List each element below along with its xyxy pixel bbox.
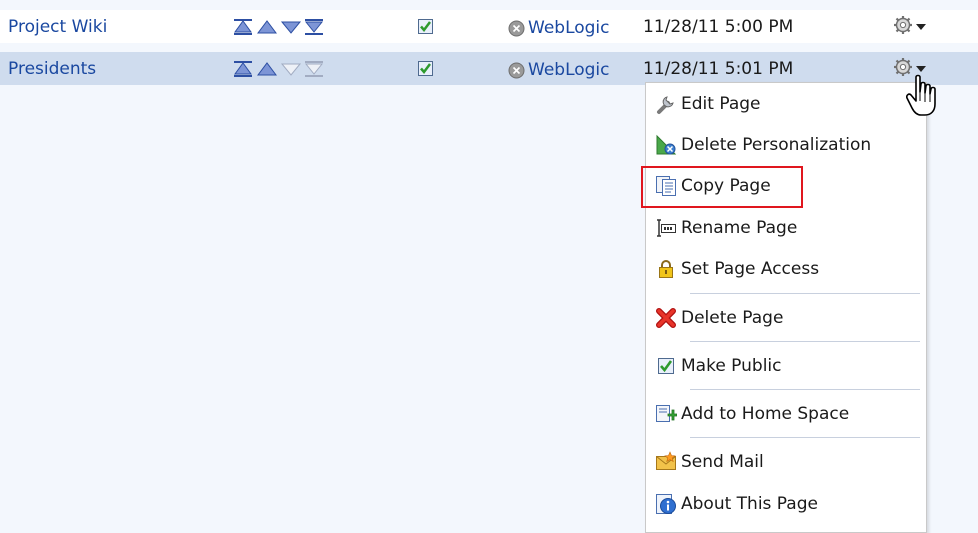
menu-separator [690,389,920,390]
menu-item-edit-page[interactable]: Edit Page [646,87,926,121]
move-down-disabled-icon [280,63,302,76]
menu-separator [690,437,920,438]
move-top-icon [234,19,252,35]
table-row-selected[interactable]: Presidents WebLogic 11/28/11 5:01 PM [0,52,978,85]
menu-item-add-to-home-space[interactable]: Add to Home Space [646,397,926,431]
delete-personalization-icon [656,134,677,155]
menu-separator [690,341,920,342]
server-info: WebLogic [508,60,610,80]
status-icon [508,62,525,78]
menu-item-set-page-access[interactable]: Set Page Access [646,252,926,286]
move-down-icon [280,21,302,34]
dropdown-arrow-icon [916,24,926,30]
menu-item-delete-page[interactable]: Delete Page [646,301,926,335]
server-link[interactable]: WebLogic [528,18,610,38]
move-bottom-disabled-icon [304,61,324,77]
move-up-icon [257,20,277,34]
actions-gear-icon[interactable] [893,15,933,37]
move-bottom-icon [304,19,324,35]
table-row[interactable]: Project Wiki WebLogic 11/28/11 5:00 PM [0,10,978,43]
mail-icon [656,451,676,470]
menu-item-about-this-page[interactable]: About This Page [646,487,926,521]
server-info: WebLogic [508,18,610,38]
copy-page-highlight [641,166,803,208]
add-home-icon [656,405,677,422]
red-x-icon [656,308,676,328]
menu-item-send-mail[interactable]: Send Mail [646,445,926,479]
actions-menu: Edit Page Delete Personalization Copy Pa… [645,82,927,533]
hand-cursor-icon [906,74,936,116]
server-link[interactable]: WebLogic [528,60,610,80]
page-name-link[interactable]: Presidents [8,59,96,79]
menu-item-delete-personalization[interactable]: Delete Personalization [646,128,926,162]
modified-date: 11/28/11 5:00 PM [643,17,794,37]
reorder-controls[interactable] [231,60,326,78]
menu-item-make-public[interactable]: Make Public [646,349,926,383]
dropdown-arrow-icon [916,66,926,72]
status-icon [508,20,525,36]
move-up-icon [257,62,277,76]
page-name-link[interactable]: Project Wiki [8,17,107,37]
reorder-controls[interactable] [231,18,326,36]
rename-icon [657,219,676,237]
menu-item-rename-page[interactable]: Rename Page [646,211,926,245]
lock-icon [659,260,673,278]
move-top-icon [234,61,252,77]
menu-separator [690,293,920,294]
modified-date: 11/28/11 5:01 PM [643,59,794,79]
checkbox-checked-icon[interactable] [418,19,433,34]
checkbox-icon [658,358,674,374]
checkbox-checked-icon[interactable] [418,61,433,76]
wrench-icon [657,96,674,114]
info-icon [656,494,676,514]
